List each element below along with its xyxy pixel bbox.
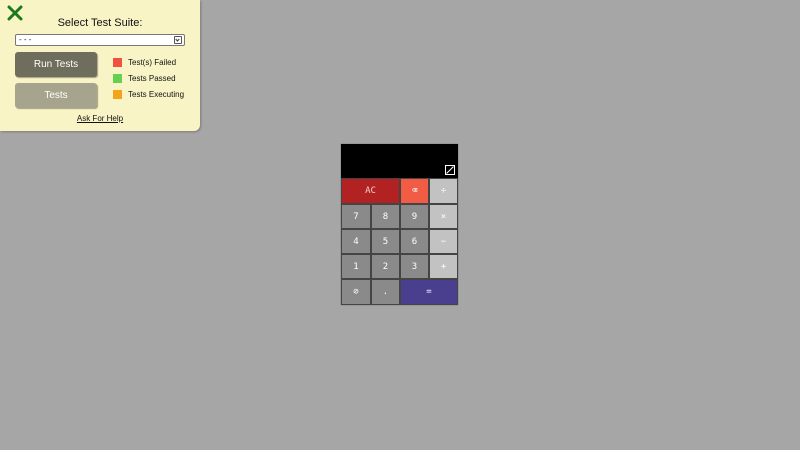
ask-for-help-link[interactable]: Ask For Help xyxy=(0,114,200,123)
test-panel: Select Test Suite: - - - Run Tests Tests… xyxy=(0,0,200,131)
decimal-button[interactable]: . xyxy=(371,279,400,305)
digit-9-button[interactable]: 9 xyxy=(400,204,429,229)
digit-4-button[interactable]: 4 xyxy=(341,229,371,254)
equals-button[interactable]: = xyxy=(400,279,458,305)
digit-2-button[interactable]: 2 xyxy=(371,254,400,279)
plus-button[interactable]: + xyxy=(429,254,458,279)
calculator-display xyxy=(341,144,458,178)
digit-6-button[interactable]: 6 xyxy=(400,229,429,254)
minus-button[interactable]: − xyxy=(429,229,458,254)
sign-toggle-icon[interactable] xyxy=(445,165,455,175)
test-suite-selected-value: - - - xyxy=(19,35,32,44)
passed-swatch xyxy=(113,74,122,83)
multiply-button[interactable]: × xyxy=(429,204,458,229)
select-suite-label: Select Test Suite: xyxy=(57,17,143,29)
legend-executing-label: Tests Executing xyxy=(128,90,185,99)
chevron-down-icon xyxy=(174,36,182,44)
executing-swatch xyxy=(113,90,122,99)
clear-all-button[interactable]: AC xyxy=(341,178,400,204)
failed-swatch xyxy=(113,58,122,67)
sign-button[interactable]: ⊘ xyxy=(341,279,371,305)
digit-3-button[interactable]: 3 xyxy=(400,254,429,279)
backspace-button[interactable]: ⌫ xyxy=(400,178,429,204)
digit-1-button[interactable]: 1 xyxy=(341,254,371,279)
legend-failed-label: Test(s) Failed xyxy=(128,58,177,67)
calculator: AC ⌫ ÷ 7 8 9 × 4 5 6 − 1 2 3 + ⊘ . = xyxy=(341,144,458,305)
run-tests-button[interactable]: Run Tests xyxy=(15,52,97,77)
digit-7-button[interactable]: 7 xyxy=(341,204,371,229)
digit-5-button[interactable]: 5 xyxy=(371,229,400,254)
divide-button[interactable]: ÷ xyxy=(429,178,458,204)
tests-button[interactable]: Tests xyxy=(15,83,97,108)
test-suite-select[interactable]: - - - xyxy=(15,34,185,46)
digit-8-button[interactable]: 8 xyxy=(371,204,400,229)
legend-passed-label: Tests Passed xyxy=(128,74,176,83)
